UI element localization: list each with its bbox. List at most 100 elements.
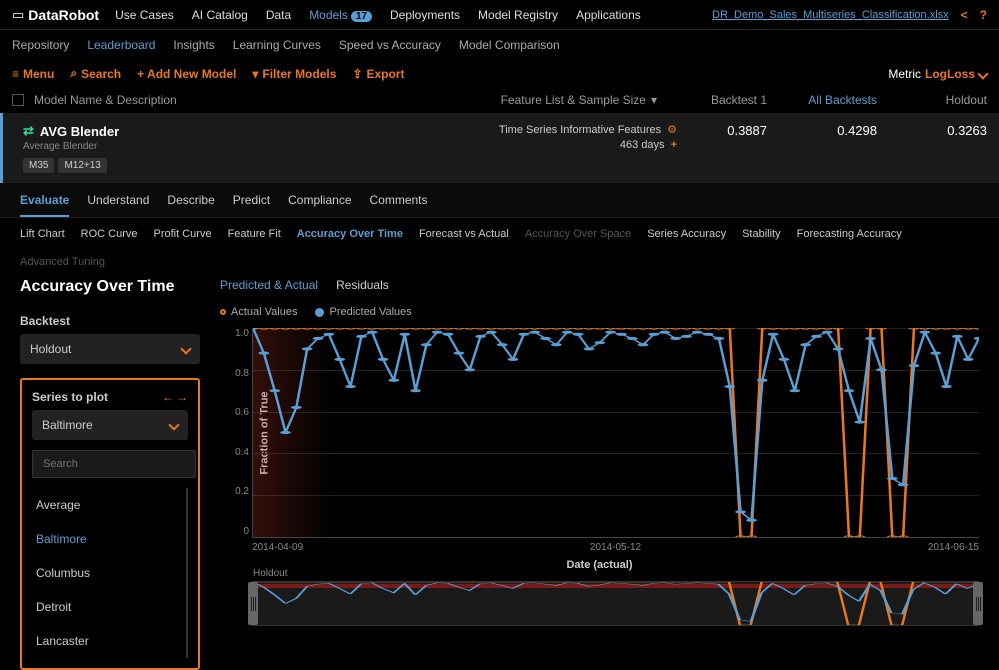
series-option-baltimore[interactable]: Baltimore (32, 522, 188, 556)
top-bar: ▭ DataRobot Use Cases AI Catalog Data Mo… (0, 0, 999, 30)
chart-tab-predicted-actual[interactable]: Predicted & Actual (220, 278, 318, 292)
export-icon: ⇪ (352, 67, 362, 81)
series-option-average[interactable]: Average (32, 488, 188, 522)
range-selector[interactable]: Holdout (252, 581, 979, 626)
series-options-list: Average Baltimore Columbus Detroit Lanca… (32, 488, 188, 658)
subtab-forecasting-accuracy[interactable]: Forecasting Accuracy (797, 228, 902, 240)
metric-selector[interactable]: Metric LogLoss (888, 67, 987, 81)
tab-compliance[interactable]: Compliance (288, 193, 351, 217)
mini-chart-label: Holdout (253, 568, 287, 579)
mini-plot (253, 582, 978, 625)
subtab-accuracy-over-time[interactable]: Accuracy Over Time (297, 228, 403, 240)
subnav-insights[interactable]: Insights (173, 38, 214, 52)
subtab-forecast-vs-actual[interactable]: Forecast vs Actual (419, 228, 509, 240)
model-detail-tabs: Evaluate Understand Describe Predict Com… (0, 183, 999, 218)
subnav-leaderboard[interactable]: Leaderboard (87, 38, 155, 52)
leaderboard-header: Model Name & Description Feature List & … (0, 87, 999, 113)
blend-icon: ⇄ (23, 123, 34, 139)
col-all-backtests[interactable]: All Backtests (807, 93, 877, 107)
select-all-checkbox[interactable] (12, 94, 24, 106)
top-nav: Use Cases AI Catalog Data Models17 Deplo… (115, 8, 641, 22)
y-ticks: 1.00.80.60.40.20 (229, 328, 249, 537)
nav-data[interactable]: Data (266, 8, 291, 22)
arrow-right-icon: → (176, 390, 188, 404)
subtab-advanced-tuning: Advanced Tuning (20, 256, 105, 268)
plus-icon[interactable]: + (671, 139, 677, 151)
chevron-down-icon (168, 419, 179, 430)
score-backtest-1: 0.3887 (697, 123, 767, 138)
search-icon: ⌕ (70, 66, 77, 81)
subnav-speed-accuracy[interactable]: Speed vs Accuracy (339, 38, 441, 52)
leaderboard-toolbar: ≡Menu ⌕Search + Add New Model ▾Filter Mo… (0, 60, 999, 87)
chart-plot (253, 328, 979, 537)
tab-describe[interactable]: Describe (167, 193, 214, 217)
range-handle-right[interactable] (973, 582, 983, 625)
tab-understand[interactable]: Understand (87, 193, 149, 217)
score-all-backtests: 0.4298 (807, 123, 877, 138)
subnav-model-comparison[interactable]: Model Comparison (459, 38, 560, 52)
tab-predict[interactable]: Predict (233, 193, 270, 217)
subtab-stability[interactable]: Stability (742, 228, 781, 240)
legend-predicted-icon (315, 308, 324, 317)
subnav-learning-curves[interactable]: Learning Curves (233, 38, 321, 52)
add-model-button[interactable]: + Add New Model (137, 67, 236, 81)
col-model-name[interactable]: Model Name & Description (34, 93, 177, 107)
backtest-label: Backtest (20, 314, 200, 328)
range-handle-left[interactable] (248, 582, 258, 625)
series-label: Series to plot (32, 390, 108, 404)
col-backtest-1[interactable]: Backtest 1 (697, 93, 767, 107)
chart-mode-tabs: Predicted & Actual Residuals (220, 278, 979, 292)
legend-actual-icon (220, 309, 226, 315)
nav-ai-catalog[interactable]: AI Catalog (192, 8, 248, 22)
subtab-feature-fit[interactable]: Feature Fit (228, 228, 281, 240)
model-name: ⇄ AVG Blender (23, 123, 119, 139)
dataset-filename-link[interactable]: DR_Demo_Sales_Multiseries_Classification… (712, 9, 949, 21)
bp-tag[interactable]: M12+13 (58, 158, 106, 173)
x-axis-label: Date (actual) (220, 559, 979, 571)
x-ticks: 2014-04-092014-05-122014-06-15 (252, 542, 979, 553)
feature-list-name: Time Series Informative Features (499, 124, 661, 136)
chart-tab-residuals[interactable]: Residuals (336, 278, 389, 292)
nav-models[interactable]: Models17 (309, 8, 372, 22)
help-icon[interactable]: ? (980, 8, 987, 22)
filter-models-button[interactable]: ▾Filter Models (252, 67, 336, 81)
series-search-input[interactable] (32, 450, 196, 478)
col-feature-list[interactable]: Feature List & Sample Size▾ (501, 93, 657, 107)
series-nav-arrows[interactable]: ←→ (162, 390, 188, 404)
score-holdout: 0.3263 (917, 123, 987, 138)
backtest-select[interactable]: Holdout (20, 334, 200, 364)
main-chart[interactable]: Fraction of True 1.00.80.60.40.20 (252, 328, 979, 538)
arrow-left-icon: ← (162, 390, 174, 404)
nav-model-registry[interactable]: Model Registry (478, 8, 558, 22)
sub-nav: Repository Leaderboard Insights Learning… (0, 30, 999, 60)
subtab-series-accuracy[interactable]: Series Accuracy (647, 228, 726, 240)
subtab-accuracy-over-space: Accuracy Over Space (525, 228, 631, 240)
workflow-icon[interactable]: ⚙ (667, 123, 677, 136)
share-icon[interactable]: < (961, 8, 968, 22)
series-option-columbus[interactable]: Columbus (32, 556, 188, 590)
model-row[interactable]: ⇄ AVG Blender Average Blender M35 M12+13… (0, 113, 999, 183)
hamburger-icon: ≡ (12, 67, 19, 81)
col-holdout[interactable]: Holdout (917, 93, 987, 107)
logo[interactable]: ▭ DataRobot (12, 7, 99, 23)
nav-deployments[interactable]: Deployments (390, 8, 460, 22)
subtab-lift-chart[interactable]: Lift Chart (20, 228, 65, 240)
model-type: Average Blender (23, 141, 119, 152)
menu-button[interactable]: ≡Menu (12, 67, 54, 81)
tab-comments[interactable]: Comments (370, 193, 428, 217)
models-count-badge: 17 (351, 11, 372, 22)
page-title: Accuracy Over Time (20, 278, 200, 296)
series-option-detroit[interactable]: Detroit (32, 590, 188, 624)
export-button[interactable]: ⇪Export (352, 67, 404, 81)
search-button[interactable]: ⌕Search (70, 66, 121, 81)
nav-use-cases[interactable]: Use Cases (115, 8, 174, 22)
series-select[interactable]: Baltimore (32, 410, 188, 440)
bp-tag[interactable]: M35 (23, 158, 54, 173)
nav-applications[interactable]: Applications (576, 8, 641, 22)
subtab-roc-curve[interactable]: ROC Curve (81, 228, 138, 240)
series-to-plot-panel: Series to plot ←→ Baltimore Average Balt… (20, 378, 200, 670)
tab-evaluate[interactable]: Evaluate (20, 193, 69, 217)
subtab-profit-curve[interactable]: Profit Curve (153, 228, 211, 240)
subnav-repository[interactable]: Repository (12, 38, 69, 52)
funnel-icon: ▾ (252, 67, 258, 81)
